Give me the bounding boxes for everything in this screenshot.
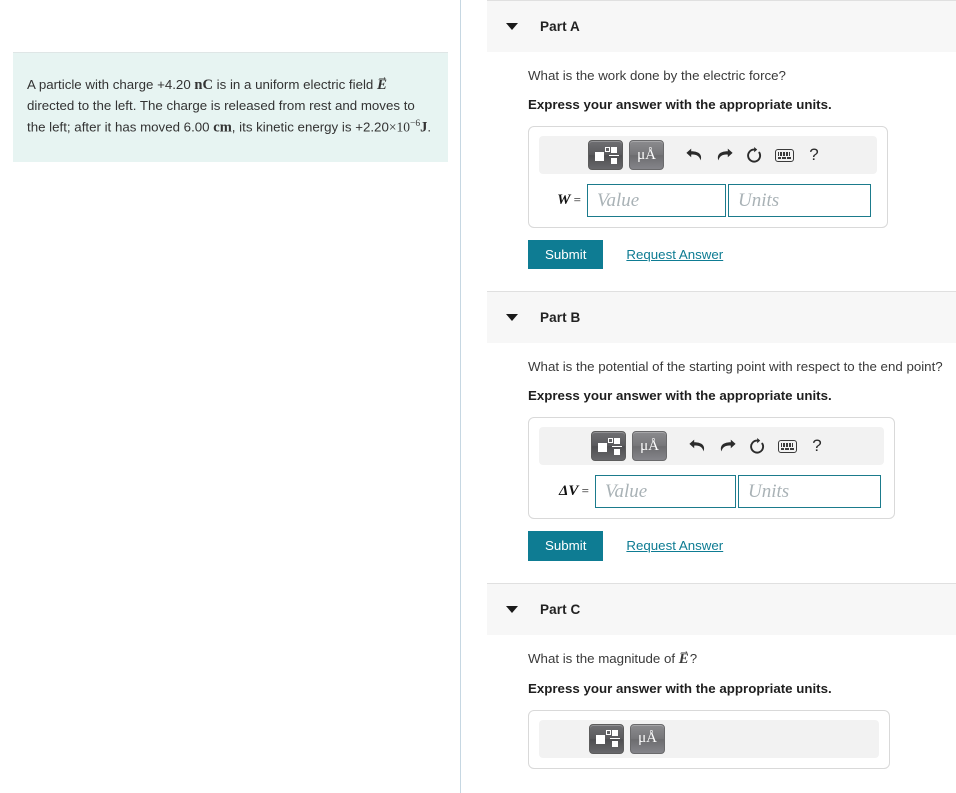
part-header-a[interactable]: Part A bbox=[487, 0, 956, 52]
chevron-down-icon[interactable] bbox=[506, 605, 518, 613]
answer-toolbar-c: μÅ bbox=[539, 719, 879, 758]
reset-icon[interactable] bbox=[742, 432, 772, 460]
answer-input-row-b: ΔV = Value Units bbox=[539, 475, 884, 509]
submit-button-a[interactable]: Submit bbox=[528, 240, 604, 270]
express-instruction-a: Express your answer with the appropriate… bbox=[528, 97, 832, 112]
units-input-a[interactable]: Units bbox=[728, 184, 871, 217]
micro-angstrom-icon: μÅ bbox=[640, 437, 659, 454]
micro-angstrom-icon: μÅ bbox=[637, 146, 656, 163]
template-button[interactable] bbox=[588, 140, 623, 170]
answer-toolbar-b: μÅ ? bbox=[539, 427, 884, 466]
power-base: 10 bbox=[396, 119, 410, 135]
power-exponent: −6 bbox=[409, 119, 421, 129]
question-text-a: What is the work done by the electric fo… bbox=[528, 68, 786, 83]
part-body-b: What is the potential of the starting po… bbox=[487, 343, 956, 561]
electric-field-vector-symbol: E bbox=[679, 651, 690, 667]
units-placeholder-b: Units bbox=[748, 480, 790, 502]
part-title-a: Part A bbox=[540, 19, 580, 34]
chevron-down-icon[interactable] bbox=[506, 23, 518, 30]
submit-row-b: Submit Request Answer bbox=[528, 531, 956, 561]
question-text-c: What is the magnitude of E? bbox=[528, 649, 956, 669]
undo-icon[interactable] bbox=[679, 141, 709, 169]
answer-card-a: μÅ ? W = Value Units bbox=[528, 126, 888, 228]
submit-button-b[interactable]: Submit bbox=[528, 531, 604, 561]
answer-toolbar-a: μÅ ? bbox=[539, 136, 877, 174]
keyboard-glyph bbox=[774, 148, 794, 162]
help-label: ? bbox=[812, 436, 822, 456]
answer-symbol-a: W = bbox=[557, 192, 581, 208]
part-header-c[interactable]: Part C bbox=[487, 582, 956, 635]
value-placeholder-a: Value bbox=[597, 189, 640, 211]
keyboard-icon[interactable] bbox=[772, 432, 802, 460]
undo-icon[interactable] bbox=[682, 432, 712, 460]
part-title-c: Part C bbox=[540, 601, 581, 617]
column-divider bbox=[460, 0, 461, 793]
units-placeholder-a: Units bbox=[738, 189, 780, 211]
problem-text-segment-1: A particle with charge +4.20 bbox=[27, 77, 195, 92]
answer-symbol-b: ΔV = bbox=[558, 483, 589, 500]
chevron-down-icon[interactable] bbox=[506, 314, 518, 322]
help-label: ? bbox=[809, 145, 819, 164]
template-icon bbox=[594, 146, 619, 164]
template-button[interactable] bbox=[589, 723, 624, 754]
problem-text-segment-4: , its kinetic energy is +2.20 bbox=[231, 119, 389, 135]
units-input-b[interactable]: Units bbox=[738, 475, 881, 509]
question-suffix-c: ? bbox=[689, 650, 698, 666]
part-title-b: Part B bbox=[540, 310, 581, 326]
answer-card-c: μÅ bbox=[528, 709, 890, 769]
keyboard-icon[interactable] bbox=[769, 141, 799, 169]
electric-field-vector-symbol: E bbox=[377, 77, 388, 93]
parts-column: Part A What is the work done by the elec… bbox=[487, 0, 956, 793]
question-text-b: What is the potential of the starting po… bbox=[528, 359, 943, 375]
micro-angstrom-icon: μÅ bbox=[638, 730, 657, 747]
part-body-c: What is the magnitude of E? Express your… bbox=[487, 635, 956, 769]
question-prefix-c: What is the magnitude of bbox=[528, 650, 679, 666]
template-button[interactable] bbox=[591, 431, 626, 462]
value-input-a[interactable]: Value bbox=[587, 184, 726, 217]
units-button[interactable]: μÅ bbox=[629, 140, 664, 170]
express-instruction-c: Express your answer with the appropriate… bbox=[528, 680, 832, 696]
request-answer-link-b[interactable]: Request Answer bbox=[626, 538, 723, 553]
reset-icon[interactable] bbox=[739, 141, 769, 169]
value-placeholder-b: Value bbox=[605, 480, 648, 502]
units-button[interactable]: μÅ bbox=[632, 431, 667, 462]
template-icon bbox=[595, 730, 620, 748]
template-icon bbox=[597, 437, 622, 455]
redo-icon[interactable] bbox=[712, 432, 742, 460]
submit-row-a: Submit Request Answer bbox=[528, 240, 956, 270]
help-icon[interactable]: ? bbox=[802, 432, 832, 460]
redo-icon[interactable] bbox=[709, 141, 739, 169]
problem-column: A particle with charge +4.20 nC is in a … bbox=[0, 0, 460, 793]
problem-text-segment-2: is in a uniform electric field bbox=[212, 77, 378, 92]
page-root: A particle with charge +4.20 nC is in a … bbox=[0, 0, 956, 793]
express-instruction-b: Express your answer with the appropriate… bbox=[528, 388, 832, 404]
charge-unit: nC bbox=[194, 77, 213, 93]
units-button[interactable]: μÅ bbox=[630, 723, 665, 754]
distance-unit: cm bbox=[213, 119, 232, 136]
answer-input-row-a: W = Value Units bbox=[539, 184, 877, 217]
help-icon[interactable]: ? bbox=[799, 141, 829, 169]
part-body-a: What is the work done by the electric fo… bbox=[487, 52, 956, 270]
request-answer-link-a[interactable]: Request Answer bbox=[626, 247, 723, 262]
problem-statement-text: A particle with charge +4.20 nC is in a … bbox=[27, 75, 432, 138]
problem-statement-card: A particle with charge +4.20 nC is in a … bbox=[13, 52, 448, 162]
keyboard-glyph bbox=[777, 439, 797, 453]
answer-card-b: μÅ ? ΔV = Value Units bbox=[528, 417, 895, 520]
part-header-b[interactable]: Part B bbox=[487, 291, 956, 344]
value-input-b[interactable]: Value bbox=[595, 475, 736, 509]
problem-text-end: . bbox=[427, 119, 432, 135]
